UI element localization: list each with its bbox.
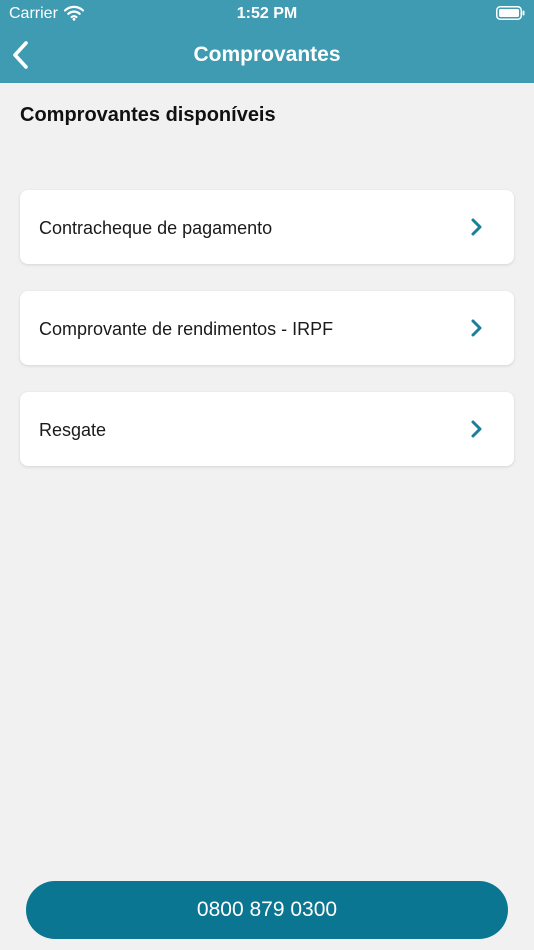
list-item-resgate[interactable]: Resgate <box>20 392 514 466</box>
call-phone-button[interactable]: 0800 879 0300 <box>26 881 508 939</box>
list-item-label: Contracheque de pagamento <box>39 218 273 238</box>
chevron-right-icon <box>471 218 482 236</box>
list-item-irpf[interactable]: Comprovante de rendimentos - IRPF <box>20 291 514 365</box>
chevron-left-icon <box>13 41 28 69</box>
page-title: Comprovantes <box>193 43 341 66</box>
battery-icon <box>496 6 525 20</box>
status-time: 1:52 PM <box>236 5 298 22</box>
app-header: Carrier 1:52 PM Comprovantes <box>0 0 534 83</box>
back-button[interactable] <box>6 38 36 72</box>
chevron-right-icon <box>471 319 482 337</box>
status-bar: Carrier 1:52 PM <box>0 0 534 28</box>
list-item-label: Comprovante de rendimentos - IRPF <box>39 319 334 339</box>
list-item-label: Resgate <box>39 420 107 440</box>
chevron-right-icon <box>471 420 482 438</box>
list-item-contracheque[interactable]: Contracheque de pagamento <box>20 190 514 264</box>
section-title: Comprovantes disponíveis <box>20 104 276 126</box>
